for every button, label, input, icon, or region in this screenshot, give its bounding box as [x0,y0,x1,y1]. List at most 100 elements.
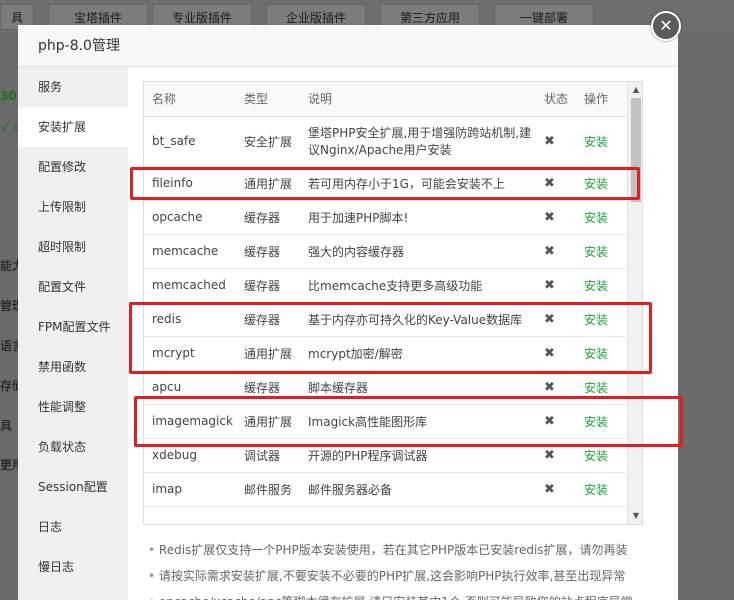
table-cell: 安装 [576,166,626,201]
table-cell: fileinfo [144,166,236,201]
table-row: fileinfo 通用扩展 若可用内存小于1G，可能会安装不上 ✖ 安装 [144,166,626,201]
table-cell: ✖ [536,336,576,371]
sidebar-item-install-extensions[interactable]: 安装扩展 [18,107,128,147]
table-cell: 通用扩展 [236,336,300,371]
bg-frag-0: 30( [0,89,18,103]
dialog-title: php-8.0管理 [18,25,678,67]
status-x-icon: ✖ [544,311,555,327]
cell-type: 缓存器 [244,210,281,225]
table-row: imap 邮件服务 邮件服务器必备 ✖ 安装 [144,472,626,507]
cell-type: 缓存器 [244,380,281,395]
table-cell: mcrypt [144,336,236,371]
bg-frag-7: 更用 [0,458,18,472]
cell-desc: 比memcache支持更多高级功能 [308,278,483,293]
table-row: opcache 缓存器 用于加速PHP脚本! ✖ 安装 [144,200,626,235]
sidebar-item-upload-limit[interactable]: 上传限制 [18,187,128,227]
cell-type: 安全扩展 [244,134,293,149]
table-cell: ✖ [536,166,576,201]
table-scrollbar[interactable]: ▲ ▼ [627,82,642,524]
table-cell: ✖ [536,268,576,303]
cell-name: memcache [152,244,219,258]
table-cell: 缓存器 [236,268,300,303]
sidebar-item-load-status[interactable]: 负载状态 [18,427,128,467]
sidebar-item-performance-tuning[interactable]: 性能调整 [18,387,128,427]
table-cell: 安装 [576,370,626,405]
column-header-action: 操作 [576,82,626,117]
cell-desc: 开源的PHP程序调试器 [308,448,428,463]
table-cell: 安装 [576,200,626,235]
install-button[interactable]: 安装 [584,483,608,497]
notes-list: Redis扩展仅支持一个PHP版本安装使用，若在其它PHP版本已安装redis扩… [148,537,668,600]
install-button[interactable]: 安装 [584,313,608,327]
bg-frag-3: 管理 [0,299,18,313]
table-row: apcu 缓存器 脚本缓存器 ✖ 安装 [144,370,626,405]
extensions-table-wrap: 名称 类型 说明 状态 操作 bt_safe 安全扩展 堡塔PHP安全扩展,用于增强… [143,81,643,525]
table-row: redis 缓存器 基于内存亦可持久化的Key-Value数据库 ✖ 安装 [144,302,626,337]
sidebar-item-config-modify[interactable]: 配置修改 [18,147,128,187]
table-row: memcached 缓存器 比memcache支持更多高级功能 ✖ 安装 [144,268,626,303]
cell-type: 通用扩展 [244,176,293,191]
table-cell: ✖ [536,200,576,235]
close-button[interactable]: ✕ [651,11,681,41]
cell-desc: 堡塔PHP安全扩展,用于增强防跨站机制,建议Nginx/Apache用户安装 [308,126,532,157]
sidebar-item-service[interactable]: 服务 [18,67,128,107]
cell-type: 通用扩展 [244,414,293,429]
cell-name: mcrypt [152,346,195,360]
table-cell: 安装 [576,234,626,269]
column-header-type: 类型 [236,82,300,117]
note-item: Redis扩展仅支持一个PHP版本安装使用，若在其它PHP版本已安装redis扩… [148,537,668,563]
table-cell: apcu [144,370,236,405]
table-cell: ✖ [536,370,576,405]
install-button[interactable]: 安装 [584,381,608,395]
cell-desc: 邮件服务器必备 [308,482,393,497]
table-cell: 若可用内存小于1G，可能会安装不上 [300,166,536,201]
sidebar-item-log[interactable]: 日志 [18,507,128,547]
sidebar-item-fpm-config-file[interactable]: FPM配置文件 [18,307,128,347]
install-button[interactable]: 安装 [584,279,608,293]
table-cell: 邮件服务器必备 [300,472,536,507]
cell-type: 邮件服务 [244,482,293,497]
table-cell: ✖ [536,438,576,473]
table-cell: 缓存器 [236,234,300,269]
cell-desc: 基于内存亦可持久化的Key-Value数据库 [308,312,523,327]
scroll-down-icon[interactable]: ▼ [628,508,642,524]
cell-desc: 强大的内容缓存器 [308,244,405,259]
status-x-icon: ✖ [544,277,555,293]
cell-name: fileinfo [152,176,193,190]
table-cell: imagemagick [144,404,236,439]
bg-frag-4: 语言 [0,339,18,353]
sidebar-item-timeout-limit[interactable]: 超时限制 [18,227,128,267]
sidebar-item-session-config[interactable]: Session配置 [18,467,128,507]
status-x-icon: ✖ [544,209,555,225]
sidebar-item-config-file[interactable]: 配置文件 [18,267,128,307]
dialog-sidebar: 服务 安装扩展 配置修改 上传限制 超时限制 配置文件 FPM配置文件 禁用函数… [18,67,128,600]
table-cell: 通用扩展 [236,404,300,439]
scroll-up-icon[interactable]: ▲ [628,82,642,98]
table-cell: 安装 [576,268,626,303]
install-button[interactable]: 安装 [584,347,608,361]
table-cell: 安全扩展 [236,116,300,167]
sidebar-item-slow-log[interactable]: 慢日志 [18,547,128,587]
install-button[interactable]: 安装 [584,211,608,225]
install-button[interactable]: 安装 [584,449,608,463]
table-cell: memcache [144,234,236,269]
cell-type: 通用扩展 [244,346,293,361]
install-button[interactable]: 安装 [584,245,608,259]
table-cell: 安装 [576,438,626,473]
table-cell: ✖ [536,472,576,507]
install-button[interactable]: 安装 [584,177,608,191]
cell-name: bt_safe [152,134,196,148]
sidebar-item-disabled-functions[interactable]: 禁用函数 [18,347,128,387]
table-cell: 通用扩展 [236,166,300,201]
install-button[interactable]: 安装 [584,415,608,429]
table-cell: 脚本缓存器 [300,370,536,405]
table-row: bt_safe 安全扩展 堡塔PHP安全扩展,用于增强防跨站机制,建议Nginx/A… [144,116,626,167]
table-cell: 邮件服务 [236,472,300,507]
table-cell: 缓存器 [236,370,300,405]
table-cell: memcached [144,268,236,303]
table-cell: 安装 [576,302,626,337]
install-button[interactable]: 安装 [584,135,608,149]
cell-desc: Imagick高性能图形库 [308,414,428,429]
scroll-thumb[interactable] [631,98,641,202]
status-x-icon: ✖ [544,481,555,497]
